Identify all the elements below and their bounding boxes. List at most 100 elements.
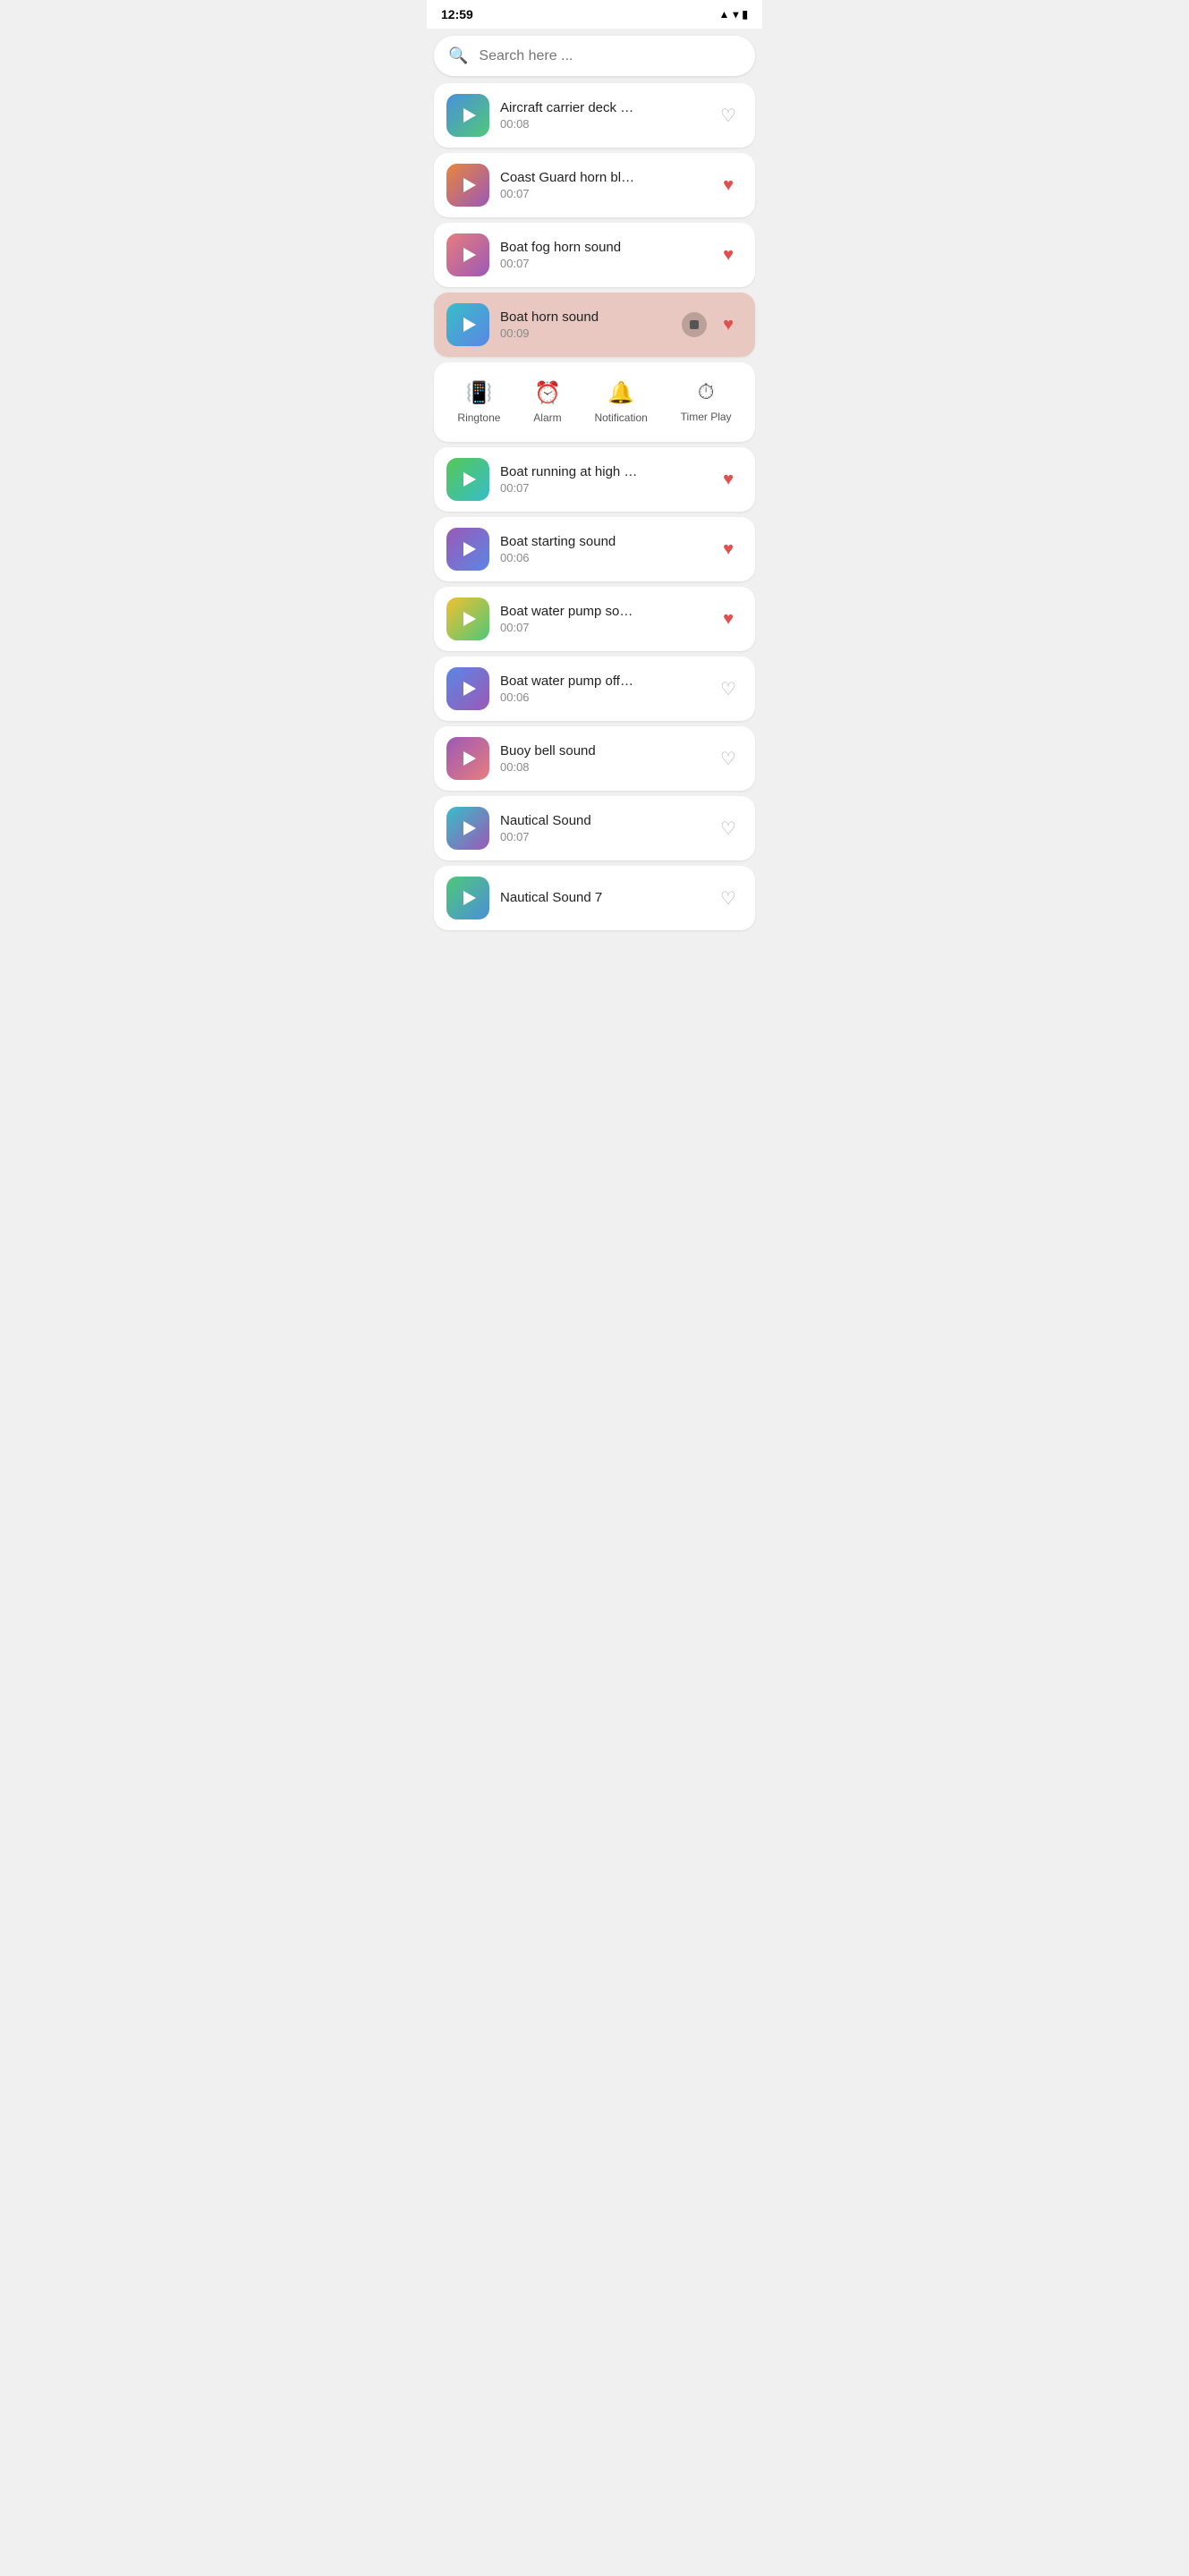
sound-title: Boat running at high … [500, 464, 703, 479]
sound-title: Boat water pump so… [500, 604, 703, 619]
sound-item: Coast Guard horn bl… 00:07 ♥ [434, 153, 755, 217]
sound-title: Nautical Sound 7 [500, 890, 703, 905]
sound-item: Boat starting sound 00:06 ♥ [434, 517, 755, 581]
alarm-icon: ⏰ [534, 380, 561, 406]
alarm-label: Alarm [533, 411, 561, 424]
favorite-button[interactable]: ♡ [714, 674, 743, 703]
sound-list: Aircraft carrier deck … 00:08 ♡ Coast Gu… [427, 83, 762, 930]
sound-info: Boat horn sound 00:09 [500, 309, 671, 340]
sound-title: Buoy bell sound [500, 743, 703, 758]
play-button[interactable] [446, 667, 489, 710]
play-button[interactable] [446, 528, 489, 571]
favorite-button[interactable]: ♥ [714, 310, 743, 339]
status-icons: ▲ ▾ ▮ [718, 8, 748, 21]
play-button[interactable] [446, 737, 489, 780]
action-panel: 📳 Ringtone ⏰ Alarm 🔔 Notification ⏱ Time… [434, 362, 755, 442]
favorite-button[interactable]: ♥ [714, 465, 743, 494]
sound-actions: ♥ [682, 310, 743, 339]
sound-item: Boat running at high … 00:07 ♥ [434, 447, 755, 512]
play-button[interactable] [446, 458, 489, 501]
sound-actions: ♡ [714, 814, 743, 843]
sound-actions: ♥ [714, 535, 743, 564]
action-button-alarm[interactable]: ⏰ Alarm [522, 377, 572, 428]
favorite-button[interactable]: ♥ [714, 605, 743, 633]
timer-label: Timer Play [681, 411, 732, 423]
favorite-button[interactable]: ♡ [714, 884, 743, 912]
sound-info: Boat running at high … 00:07 [500, 464, 703, 495]
favorite-button[interactable]: ♡ [714, 101, 743, 130]
sound-actions: ♥ [714, 171, 743, 199]
sound-duration: 00:08 [500, 117, 703, 131]
sound-duration: 00:07 [500, 187, 703, 200]
sound-title: Coast Guard horn bl… [500, 170, 703, 185]
favorite-button[interactable]: ♥ [714, 535, 743, 564]
screen: 12:59 ▲ ▾ ▮ 🔍 Aircraft carrier deck … 00… [427, 0, 762, 2576]
action-button-notification[interactable]: 🔔 Notification [583, 377, 658, 428]
stop-button[interactable] [682, 312, 707, 337]
favorite-button[interactable]: ♥ [714, 171, 743, 199]
sound-duration: 00:07 [500, 830, 703, 843]
play-button[interactable] [446, 303, 489, 346]
play-button[interactable] [446, 597, 489, 640]
favorite-button[interactable]: ♡ [714, 814, 743, 843]
sound-duration: 00:09 [500, 326, 671, 340]
sound-duration: 00:06 [500, 551, 703, 564]
sound-title: Aircraft carrier deck … [500, 100, 703, 115]
search-input[interactable] [479, 48, 741, 64]
sound-info: Nautical Sound 00:07 [500, 813, 703, 843]
sound-info: Boat starting sound 00:06 [500, 534, 703, 564]
notification-icon: 🔔 [607, 380, 634, 406]
sound-duration: 00:08 [500, 760, 703, 774]
sound-title: Boat water pump off… [500, 674, 703, 689]
sound-title: Boat fog horn sound [500, 240, 703, 255]
sound-actions: ♥ [714, 241, 743, 269]
favorite-button[interactable]: ♡ [714, 744, 743, 773]
sound-actions: ♥ [714, 465, 743, 494]
sound-duration: 00:07 [500, 481, 703, 495]
sound-item: Boat fog horn sound 00:07 ♥ [434, 223, 755, 287]
sound-item: Buoy bell sound 00:08 ♡ [434, 726, 755, 791]
play-button[interactable] [446, 233, 489, 276]
status-bar: 12:59 ▲ ▾ ▮ [427, 0, 762, 29]
wifi-icon: ▾ [733, 8, 738, 21]
sound-title: Nautical Sound [500, 813, 703, 828]
sound-item: Aircraft carrier deck … 00:08 ♡ [434, 83, 755, 148]
sound-info: Coast Guard horn bl… 00:07 [500, 170, 703, 200]
favorite-button[interactable]: ♥ [714, 241, 743, 269]
sound-title: Boat starting sound [500, 534, 703, 549]
play-button[interactable] [446, 877, 489, 919]
sound-actions: ♡ [714, 744, 743, 773]
status-time: 12:59 [441, 7, 473, 21]
signal-icon: ▲ [718, 8, 729, 21]
sound-duration: 00:07 [500, 257, 703, 270]
timer-icon: ⏱ [698, 380, 715, 405]
action-button-ringtone[interactable]: 📳 Ringtone [446, 377, 511, 428]
notification-label: Notification [594, 411, 647, 424]
sound-duration: 00:07 [500, 621, 703, 634]
sound-actions: ♥ [714, 605, 743, 633]
sound-actions: ♡ [714, 101, 743, 130]
play-button[interactable] [446, 807, 489, 850]
sound-info: Boat water pump off… 00:06 [500, 674, 703, 704]
sound-duration: 00:06 [500, 691, 703, 704]
sound-item: Nautical Sound 7 ♡ [434, 866, 755, 930]
sound-item: Boat water pump so… 00:07 ♥ [434, 587, 755, 651]
play-button[interactable] [446, 94, 489, 137]
ringtone-icon: 📳 [465, 380, 492, 406]
sound-actions: ♡ [714, 674, 743, 703]
sound-item: Nautical Sound 00:07 ♡ [434, 796, 755, 860]
sound-info: Boat water pump so… 00:07 [500, 604, 703, 634]
sound-title: Boat horn sound [500, 309, 671, 325]
ringtone-label: Ringtone [457, 411, 500, 424]
sound-info: Nautical Sound 7 [500, 890, 703, 907]
search-bar[interactable]: 🔍 [434, 36, 755, 76]
search-icon: 🔍 [448, 47, 468, 65]
play-button[interactable] [446, 164, 489, 207]
sound-info: Boat fog horn sound 00:07 [500, 240, 703, 270]
battery-icon: ▮ [742, 8, 748, 21]
sound-item: Boat water pump off… 00:06 ♡ [434, 657, 755, 721]
sound-info: Buoy bell sound 00:08 [500, 743, 703, 774]
sound-actions: ♡ [714, 884, 743, 912]
sound-info: Aircraft carrier deck … 00:08 [500, 100, 703, 131]
action-button-timer[interactable]: ⏱ Timer Play [670, 377, 743, 428]
